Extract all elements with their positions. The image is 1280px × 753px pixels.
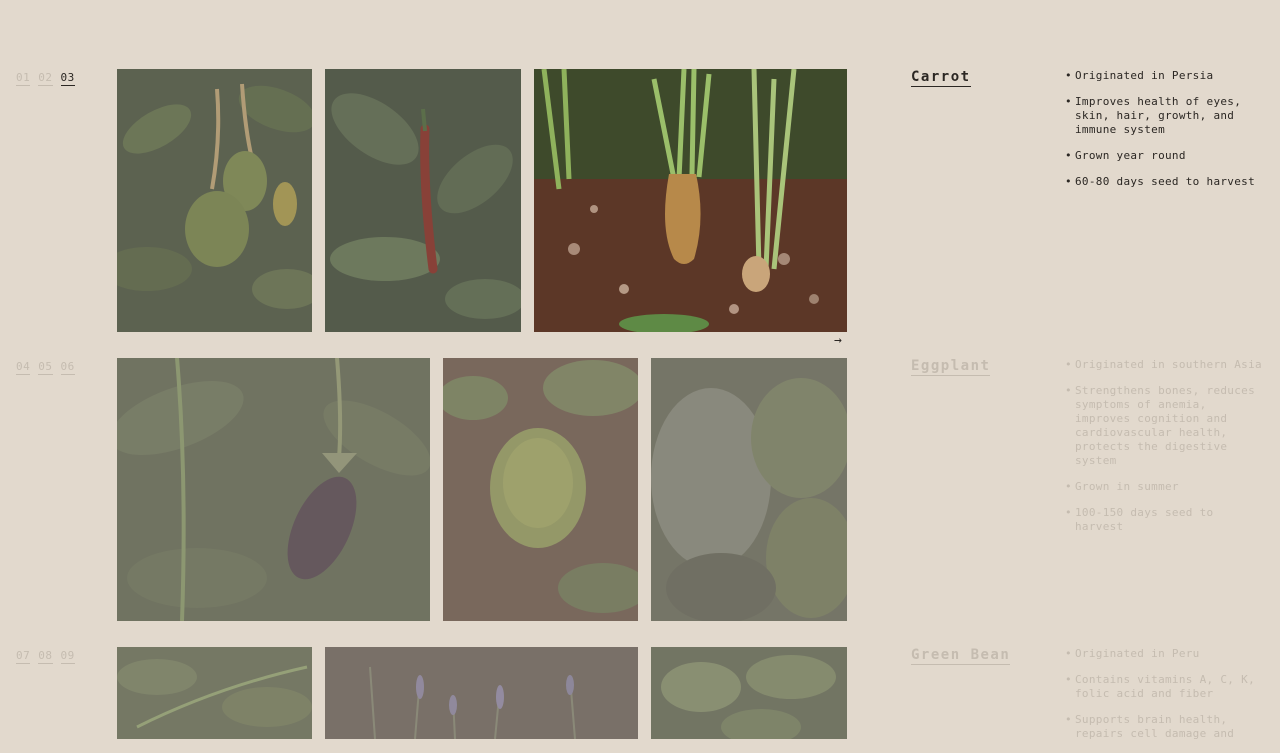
fact-item: 100-150 days seed to harvest <box>1065 506 1265 534</box>
fact-item: Grown in summer <box>1065 480 1265 494</box>
lavender-image[interactable] <box>325 647 638 739</box>
number-link-01[interactable]: 01 <box>16 71 31 86</box>
facts-list: Originated in Peru Contains vitamins A, … <box>1065 647 1265 753</box>
number-link-06[interactable]: 06 <box>60 360 75 375</box>
vegetable-row-green-bean: 07 08 09 Green Bean Originated in <box>0 647 1280 740</box>
lettuce-image[interactable] <box>443 358 638 621</box>
vegetable-name-carrot[interactable]: Carrot <box>911 69 971 87</box>
number-link-07[interactable]: 07 <box>16 649 31 664</box>
fact-item: Strengthens bones, reduces symptoms of a… <box>1065 384 1265 468</box>
number-link-08[interactable]: 08 <box>38 649 53 664</box>
facts-list: Originated in southern Asia Strengthens … <box>1065 358 1265 546</box>
vegetable-name-eggplant[interactable]: Eggplant <box>911 358 991 376</box>
number-link-04[interactable]: 04 <box>16 360 31 375</box>
fact-item: Originated in Peru <box>1065 647 1265 661</box>
number-link-09[interactable]: 09 <box>60 649 75 664</box>
eggplant-image[interactable] <box>117 358 430 621</box>
fact-item: Originated in southern Asia <box>1065 358 1265 372</box>
number-link-02[interactable]: 02 <box>38 71 53 86</box>
number-link-03[interactable]: 03 <box>60 71 75 86</box>
chili-pepper-image[interactable] <box>325 69 521 332</box>
vegetable-row-carrot: 01 02 03 Carrot • Originated in Persia •… <box>0 69 1280 349</box>
fact-item: Grown year round <box>1065 149 1265 163</box>
vegetable-row-eggplant: 04 05 06 Eggplant • Originated in southe… <box>0 358 1280 638</box>
bean-vine-image[interactable] <box>117 647 312 739</box>
next-arrow-icon[interactable]: → <box>834 333 842 348</box>
fact-item: Supports brain health, repairs cell dama… <box>1065 713 1265 741</box>
bean-leaves-image[interactable] <box>651 647 847 739</box>
facts-list: Originated in Persia Improves health of … <box>1065 69 1265 201</box>
number-link-05[interactable]: 05 <box>38 360 53 375</box>
row-number-nav: 04 05 06 <box>16 360 75 375</box>
herb-plant-image[interactable] <box>651 358 847 621</box>
fact-item: Contains vitamins A, C, K, folic acid an… <box>1065 673 1265 701</box>
fact-item: Originated in Persia <box>1065 69 1265 83</box>
fact-item: 60-80 days seed to harvest <box>1065 175 1265 189</box>
row-number-nav: 01 02 03 <box>16 71 75 86</box>
row-number-nav: 07 08 09 <box>16 649 75 664</box>
fact-item: Improves health of eyes, skin, hair, gro… <box>1065 95 1265 137</box>
vegetable-name-green-bean[interactable]: Green Bean <box>911 647 1011 665</box>
carrot-image[interactable] <box>534 69 847 332</box>
avocado-image[interactable] <box>117 69 312 332</box>
